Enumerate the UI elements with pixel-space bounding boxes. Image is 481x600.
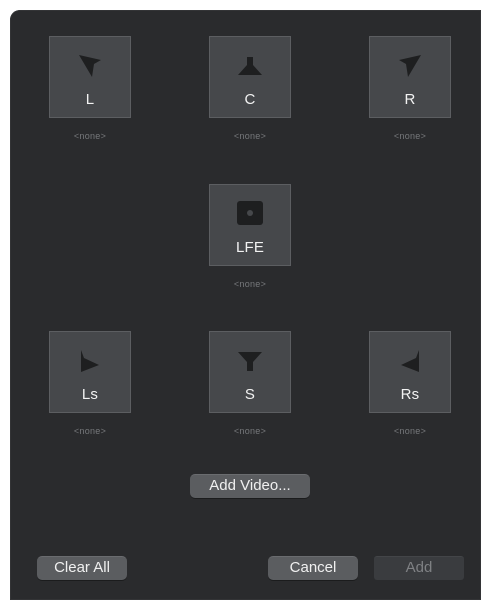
clear-all-button[interactable]: Clear All — [37, 556, 127, 580]
subwoofer-icon — [235, 199, 265, 229]
speaker-tile-l[interactable]: L — [49, 36, 131, 118]
speaker-tile-rs[interactable]: Rs — [369, 331, 451, 413]
speaker-surround-icon — [235, 346, 265, 376]
speaker-label-r: R — [404, 91, 416, 108]
speaker-assignment-s: <none> — [233, 426, 267, 436]
add-video-button[interactable]: Add Video... — [190, 474, 310, 498]
speaker-label-s: S — [244, 386, 256, 403]
speaker-label-lfe: LFE — [235, 239, 265, 256]
cancel-button[interactable]: Cancel — [268, 556, 358, 580]
speaker-tile-r[interactable]: R — [369, 36, 451, 118]
add-button[interactable]: Add — [374, 556, 464, 580]
speaker-tile-c[interactable]: C — [209, 36, 291, 118]
speaker-assignment-rs: <none> — [393, 426, 427, 436]
speaker-tile-ls[interactable]: Ls — [49, 331, 131, 413]
speaker-assignment-lfe: <none> — [233, 279, 267, 289]
speaker-front-right-icon — [395, 51, 425, 81]
speaker-assignment-ls: <none> — [73, 426, 107, 436]
speaker-label-rs: Rs — [400, 386, 420, 403]
speaker-assignment-l: <none> — [73, 131, 107, 141]
speaker-label-c: C — [244, 91, 256, 108]
speaker-tile-lfe[interactable]: LFE — [209, 184, 291, 266]
speaker-surround-right-icon — [395, 346, 425, 376]
surround-assign-dialog: L <none> C <none> R <none> LFE <none> Ls… — [10, 10, 481, 600]
speaker-tile-s[interactable]: S — [209, 331, 291, 413]
speaker-assignment-c: <none> — [233, 131, 267, 141]
speaker-center-icon — [235, 51, 265, 81]
speaker-front-left-icon — [75, 51, 105, 81]
speaker-surround-left-icon — [75, 346, 105, 376]
speaker-assignment-r: <none> — [393, 131, 427, 141]
speaker-label-l: L — [85, 91, 95, 108]
speaker-label-ls: Ls — [81, 386, 99, 403]
